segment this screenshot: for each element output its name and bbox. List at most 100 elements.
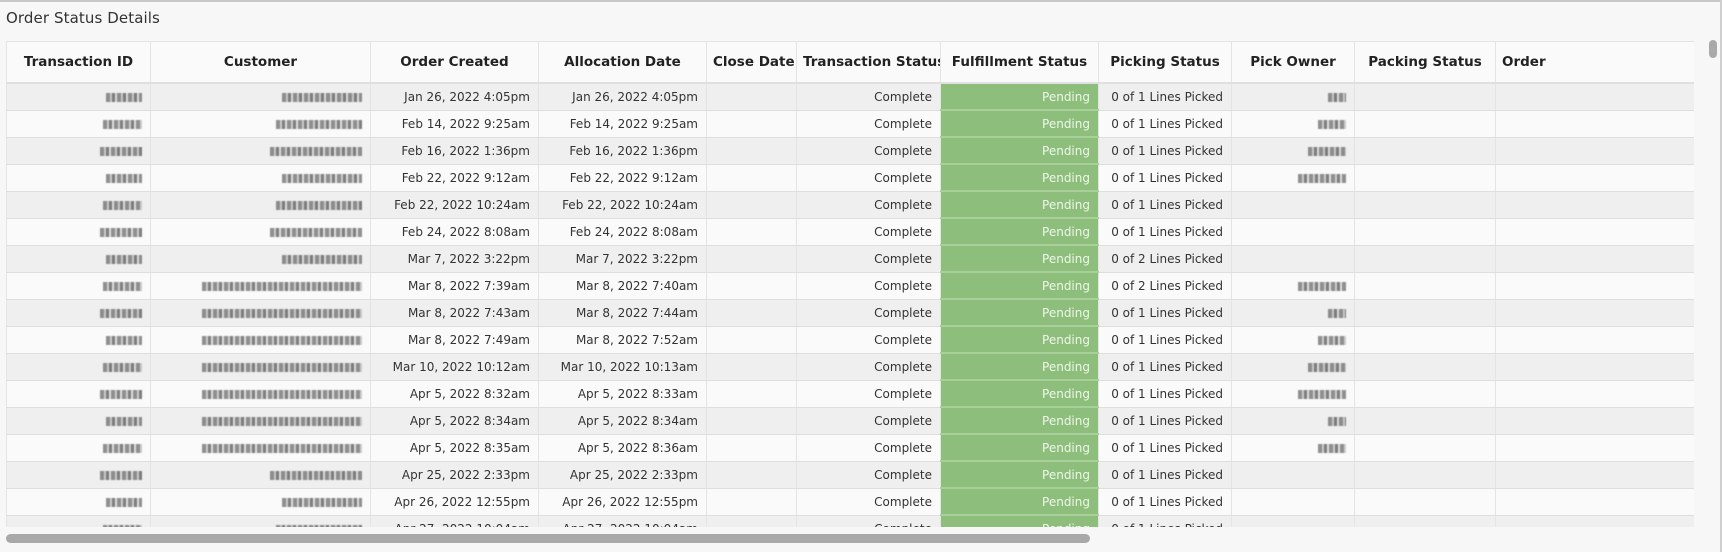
table-row[interactable]: Apr 26, 2022 12:55pm Apr 26, 2022 12:55pm… bbox=[6, 488, 1694, 516]
packing-status-cell bbox=[1354, 299, 1496, 327]
pick-owner-cell bbox=[1231, 137, 1355, 165]
order-cell bbox=[1495, 353, 1694, 381]
customer-cell bbox=[150, 83, 371, 111]
transaction-id-cell bbox=[6, 380, 151, 408]
vertical-scrollbar-thumb[interactable] bbox=[1709, 40, 1717, 58]
order-created-cell: Feb 22, 2022 10:24am bbox=[370, 191, 539, 219]
fulfillment-status-badge: Pending bbox=[940, 326, 1099, 354]
transaction-status-cell: Complete bbox=[796, 218, 941, 246]
pick-owner-cell bbox=[1231, 245, 1355, 273]
fulfillment-status-badge: Pending bbox=[940, 299, 1099, 327]
customer-cell bbox=[150, 488, 371, 516]
allocation-date-cell: Feb 24, 2022 8:08am bbox=[538, 218, 707, 246]
packing-status-cell bbox=[1354, 326, 1496, 354]
customer-cell bbox=[150, 299, 371, 327]
column-header-fulfillment-status[interactable]: Fulfillment Status bbox=[940, 41, 1099, 84]
column-header-order[interactable]: Order bbox=[1495, 41, 1694, 84]
horizontal-scrollbar[interactable] bbox=[6, 534, 1694, 544]
redacted-text bbox=[282, 497, 362, 507]
close-date-cell bbox=[706, 353, 797, 381]
fulfillment-status-badge: Pending bbox=[940, 488, 1099, 516]
close-date-cell bbox=[706, 380, 797, 408]
order-created-cell: Mar 7, 2022 3:22pm bbox=[370, 245, 539, 273]
redacted-text bbox=[1298, 281, 1346, 291]
table-row[interactable]: Apr 5, 2022 8:34am Apr 5, 2022 8:34am Comp… bbox=[6, 407, 1694, 435]
table-row[interactable]: Apr 27, 2022 10:04amApr 27, 2022 10:04am… bbox=[6, 515, 1694, 527]
table-row[interactable]: Mar 8, 2022 7:43am Mar 8, 2022 7:44am Comp… bbox=[6, 299, 1694, 327]
packing-status-cell bbox=[1354, 380, 1496, 408]
table-row[interactable]: Mar 10, 2022 10:12am Mar 10, 2022 10:13am… bbox=[6, 353, 1694, 381]
transaction-id-cell bbox=[6, 326, 151, 354]
transaction-id-cell bbox=[6, 353, 151, 381]
redacted-text bbox=[276, 524, 362, 527]
table-row[interactable]: Mar 8, 2022 7:39am Mar 8, 2022 7:40am Comp… bbox=[6, 272, 1694, 300]
column-header-allocation-date[interactable]: Allocation Date bbox=[538, 41, 707, 84]
transaction-id-cell bbox=[6, 191, 151, 219]
fulfillment-status-badge: Pending bbox=[940, 191, 1099, 219]
transaction-status-cell: Complete bbox=[796, 110, 941, 138]
redacted-text bbox=[202, 443, 362, 453]
table-row[interactable]: Apr 25, 2022 2:33pm Apr 25, 2022 2:33pm Co… bbox=[6, 461, 1694, 489]
transaction-status-cell: Complete bbox=[796, 137, 941, 165]
redacted-text bbox=[106, 497, 142, 507]
allocation-date-cell: Apr 5, 2022 8:36am bbox=[538, 434, 707, 462]
column-header-close-date[interactable]: Close Date bbox=[706, 41, 797, 84]
table-row[interactable]: Mar 7, 2022 3:22pm Mar 7, 2022 3:22pm Comp… bbox=[6, 245, 1694, 273]
packing-status-cell bbox=[1354, 218, 1496, 246]
table-row[interactable]: Mar 8, 2022 7:49am Mar 8, 2022 7:52am Comp… bbox=[6, 326, 1694, 354]
packing-status-cell bbox=[1354, 83, 1496, 111]
customer-cell bbox=[150, 245, 371, 273]
allocation-date-cell: Mar 10, 2022 10:13am bbox=[538, 353, 707, 381]
redacted-text bbox=[100, 227, 142, 237]
redacted-text bbox=[103, 119, 142, 129]
allocation-date-cell: Mar 7, 2022 3:22pm bbox=[538, 245, 707, 273]
close-date-cell bbox=[706, 488, 797, 516]
column-header-packing-status[interactable]: Packing Status bbox=[1354, 41, 1496, 84]
order-cell bbox=[1495, 380, 1694, 408]
transaction-id-cell bbox=[6, 83, 151, 111]
redacted-text bbox=[106, 335, 142, 345]
redacted-text bbox=[103, 281, 142, 291]
column-header-transaction-status[interactable]: Transaction Status bbox=[796, 41, 941, 84]
close-date-cell bbox=[706, 191, 797, 219]
pick-owner-cell bbox=[1231, 299, 1355, 327]
fulfillment-status-badge: Pending bbox=[940, 137, 1099, 165]
transaction-id-cell bbox=[6, 461, 151, 489]
fulfillment-status-badge: Pending bbox=[940, 407, 1099, 435]
transaction-id-cell bbox=[6, 515, 151, 527]
table-row[interactable]: Feb 16, 2022 1:36pm Feb 16, 2022 1:36pm Co… bbox=[6, 137, 1694, 165]
close-date-cell bbox=[706, 164, 797, 192]
table-row[interactable]: Feb 24, 2022 8:08am Feb 24, 2022 8:08am Co… bbox=[6, 218, 1694, 246]
transaction-status-cell: Complete bbox=[796, 299, 941, 327]
redacted-text bbox=[100, 308, 142, 318]
picking-status-cell: 0 of 1 Lines Picked bbox=[1098, 380, 1232, 408]
table-row[interactable]: Apr 5, 2022 8:35am Apr 5, 2022 8:36am Comp… bbox=[6, 434, 1694, 462]
panel-title: Order Status Details bbox=[6, 9, 160, 27]
fulfillment-status-badge: Pending bbox=[940, 380, 1099, 408]
table-row[interactable]: Feb 22, 2022 9:12am Feb 22, 2022 9:12am Co… bbox=[6, 164, 1694, 192]
packing-status-cell bbox=[1354, 164, 1496, 192]
pick-owner-cell bbox=[1231, 218, 1355, 246]
customer-cell bbox=[150, 137, 371, 165]
order-cell bbox=[1495, 218, 1694, 246]
redacted-text bbox=[1298, 173, 1346, 183]
column-header-customer[interactable]: Customer bbox=[150, 41, 371, 84]
column-header-transaction-id[interactable]: Transaction ID bbox=[6, 41, 151, 84]
table-row[interactable]: Apr 5, 2022 8:32am Apr 5, 2022 8:33am Comp… bbox=[6, 380, 1694, 408]
picking-status-cell: 0 of 1 Lines Picked bbox=[1098, 353, 1232, 381]
column-header-pick-owner[interactable]: Pick Owner bbox=[1231, 41, 1355, 84]
table-row[interactable]: Feb 22, 2022 10:24am Feb 22, 2022 10:24am… bbox=[6, 191, 1694, 219]
transaction-status-cell: Complete bbox=[796, 515, 941, 527]
transaction-id-cell bbox=[6, 218, 151, 246]
table-row[interactable]: Jan 26, 2022 4:05pm Jan 26, 2022 4:05pm Co… bbox=[6, 83, 1694, 111]
packing-status-cell bbox=[1354, 272, 1496, 300]
customer-cell bbox=[150, 434, 371, 462]
horizontal-scrollbar-thumb[interactable] bbox=[6, 534, 1090, 543]
redacted-text bbox=[1318, 119, 1346, 129]
picking-status-cell: 0 of 2 Lines Picked bbox=[1098, 272, 1232, 300]
column-header-picking-status[interactable]: Picking Status bbox=[1098, 41, 1232, 84]
column-header-order-created[interactable]: Order Created bbox=[370, 41, 539, 84]
picking-status-cell: 0 of 1 Lines Picked bbox=[1098, 164, 1232, 192]
customer-cell bbox=[150, 515, 371, 527]
table-row[interactable]: Feb 14, 2022 9:25am Feb 14, 2022 9:25am Co… bbox=[6, 110, 1694, 138]
